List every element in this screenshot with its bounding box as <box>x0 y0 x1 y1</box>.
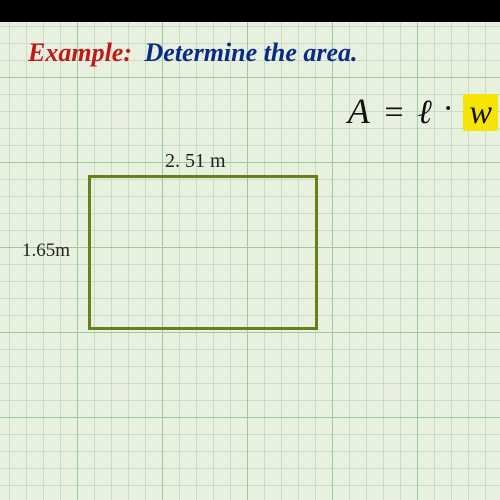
height-dimension-label: 1.65m <box>22 240 70 262</box>
rectangle-shape <box>88 175 318 330</box>
area-formula: A = ℓ · w <box>348 90 498 132</box>
formula-dot: · <box>443 90 452 127</box>
formula-a: A <box>348 91 370 131</box>
formula-length: ℓ <box>418 94 432 131</box>
height-value: 1.65m <box>22 240 70 261</box>
formula-equals: = <box>382 94 405 131</box>
width-value: 2. 51 m <box>165 150 226 172</box>
top-black-bar <box>0 0 500 22</box>
title-row: Example: Determine the area. <box>28 38 358 68</box>
task-text: Determine the area. <box>145 38 358 67</box>
example-label: Example: <box>28 38 132 67</box>
width-dimension-label: 2. 51 m <box>165 150 226 173</box>
formula-width-highlighted: w <box>463 94 498 131</box>
